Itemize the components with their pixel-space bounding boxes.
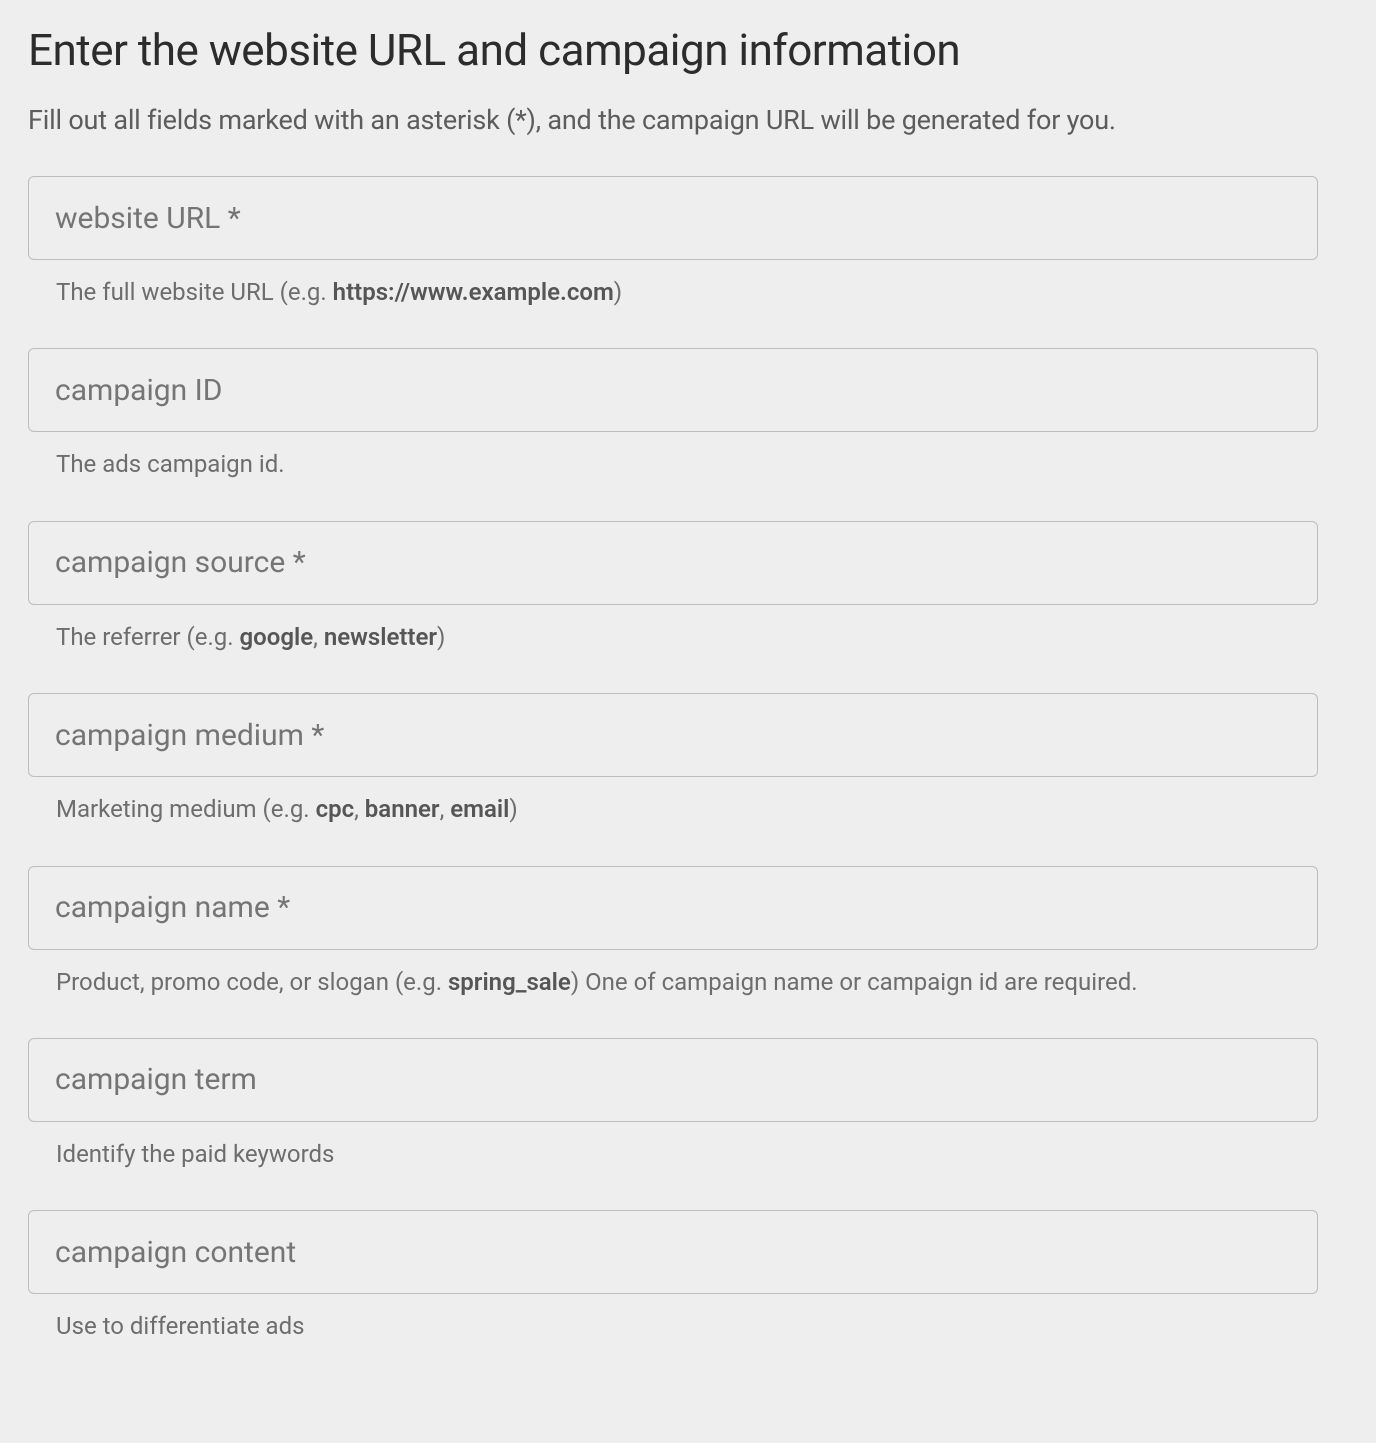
campaign-term-input[interactable] <box>28 1038 1318 1122</box>
campaign-content-helper: Use to differentiate ads <box>56 1310 1318 1342</box>
campaign-id-helper: The ads campaign id. <box>56 448 1318 480</box>
page-subtitle: Fill out all fields marked with an aster… <box>28 104 1348 136</box>
page-title: Enter the website URL and campaign infor… <box>28 24 1348 76</box>
field-group-campaign-source: The referrer (e.g. google, newsletter) <box>28 521 1318 653</box>
field-group-campaign-id: The ads campaign id. <box>28 348 1318 480</box>
campaign-id-input[interactable] <box>28 348 1318 432</box>
field-group-campaign-name: Product, promo code, or slogan (e.g. spr… <box>28 866 1318 998</box>
field-group-website-url: The full website URL (e.g. https://www.e… <box>28 176 1318 308</box>
website-url-input[interactable] <box>28 176 1318 260</box>
campaign-source-input[interactable] <box>28 521 1318 605</box>
field-group-campaign-content: Use to differentiate ads <box>28 1210 1318 1342</box>
campaign-name-helper: Product, promo code, or slogan (e.g. spr… <box>56 966 1318 998</box>
campaign-content-input[interactable] <box>28 1210 1318 1294</box>
campaign-medium-helper: Marketing medium (e.g. cpc, banner, emai… <box>56 793 1318 825</box>
campaign-source-helper: The referrer (e.g. google, newsletter) <box>56 621 1318 653</box>
campaign-medium-input[interactable] <box>28 693 1318 777</box>
website-url-helper: The full website URL (e.g. https://www.e… <box>56 276 1318 308</box>
field-group-campaign-medium: Marketing medium (e.g. cpc, banner, emai… <box>28 693 1318 825</box>
campaign-term-helper: Identify the paid keywords <box>56 1138 1318 1170</box>
field-group-campaign-term: Identify the paid keywords <box>28 1038 1318 1170</box>
campaign-url-builder-form: Enter the website URL and campaign infor… <box>0 0 1376 1443</box>
campaign-name-input[interactable] <box>28 866 1318 950</box>
